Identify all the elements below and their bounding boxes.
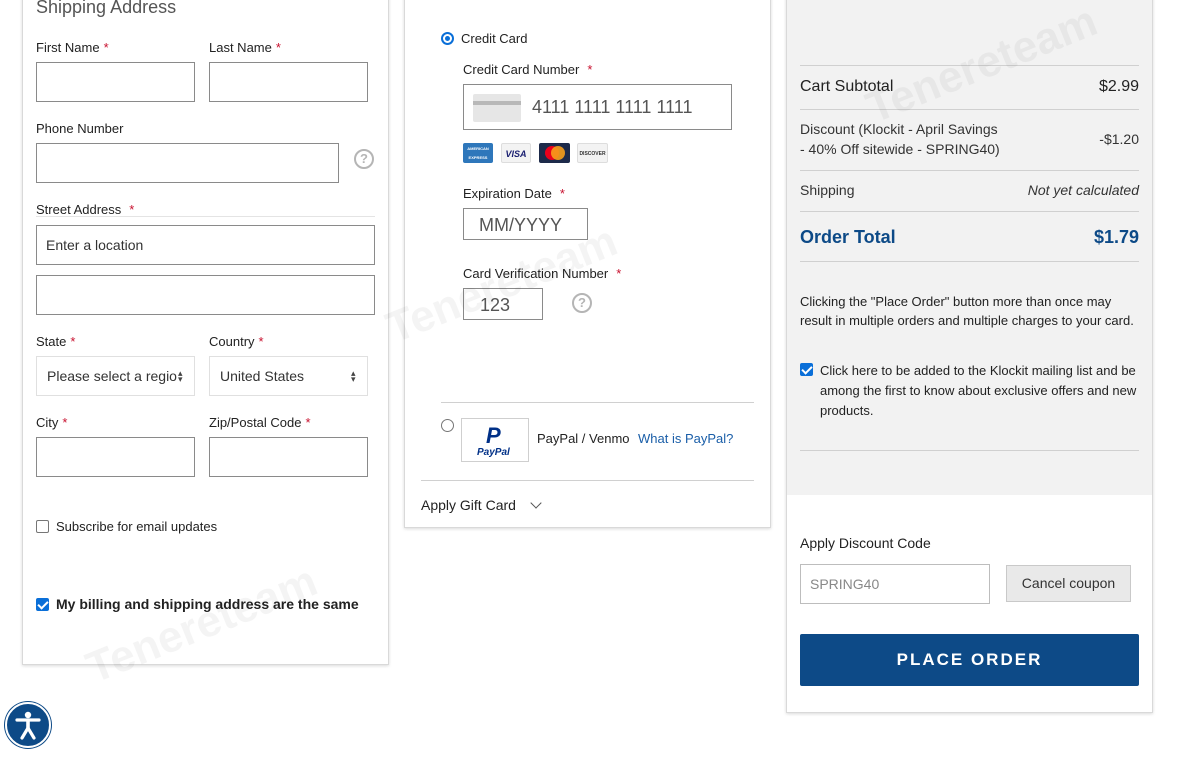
- billing-same-checkbox[interactable]: [36, 598, 49, 611]
- country-label: Country *: [209, 334, 264, 349]
- card-icon: [473, 94, 521, 122]
- phone-input[interactable]: [36, 143, 339, 183]
- mailing-list-checkbox[interactable]: [800, 363, 813, 376]
- zip-label: Zip/Postal Code *: [209, 415, 311, 430]
- phone-help-icon[interactable]: ?: [354, 149, 374, 169]
- zip-input[interactable]: [209, 437, 368, 477]
- summary-divider: [800, 211, 1139, 212]
- expiration-label: Expiration Date *: [463, 186, 565, 201]
- subscribe-checkbox[interactable]: [36, 520, 49, 533]
- expiration-placeholder: MM/YYYY: [479, 215, 563, 235]
- street-address-line2-input[interactable]: [36, 275, 375, 315]
- checkout-page: Shipping Address First Name * Last Name * …: [0, 0, 1181, 765]
- cancel-coupon-button[interactable]: Cancel coupon: [1006, 565, 1131, 602]
- payment-panel: [404, 0, 771, 528]
- street-address-label: Street Address *: [36, 202, 135, 217]
- card-number-placeholder: 4111 1111 1111 1111: [532, 97, 693, 117]
- discover-icon: DISCOVER: [577, 143, 608, 163]
- cvv-label: Card Verification Number *: [463, 266, 622, 281]
- paypal-p-icon: P: [486, 423, 501, 448]
- place-order-button[interactable]: PLACE ORDER: [800, 634, 1139, 686]
- paypal-logo-text: PayPal: [477, 447, 510, 458]
- apply-gift-card-toggle[interactable]: Apply Gift Card: [421, 497, 542, 513]
- cvv-placeholder: 123: [480, 295, 511, 315]
- select-arrows-icon: ▴ ▾: [351, 368, 356, 384]
- summary-divider-top: [800, 65, 1139, 66]
- expiration-input[interactable]: MM/YYYY: [463, 208, 588, 240]
- summary-divider: [800, 109, 1139, 110]
- mastercard-icon: [539, 143, 570, 163]
- mailing-list-label: Click here to be added to the Klockit ma…: [820, 363, 1137, 418]
- last-name-label: Last Name *: [209, 40, 281, 55]
- summary-divider: [800, 261, 1139, 262]
- first-name-input[interactable]: [36, 62, 195, 102]
- discount-code-value: SPRING40: [810, 576, 880, 592]
- subscribe-label: Subscribe for email updates: [56, 519, 218, 534]
- cvv-input[interactable]: 123: [463, 288, 543, 320]
- accessibility-button[interactable]: [5, 702, 51, 748]
- summary-divider: [800, 450, 1139, 451]
- credit-card-radio[interactable]: [441, 32, 454, 45]
- discount-label: Discount (Klockit - April Savings - 40% …: [800, 121, 1000, 157]
- payment-divider: [441, 402, 754, 403]
- state-label: State *: [36, 334, 76, 349]
- paypal-radio[interactable]: [441, 419, 454, 432]
- first-name-label: First Name *: [36, 40, 109, 55]
- shipping-title: Shipping Address: [36, 0, 177, 17]
- gift-card-divider: [421, 480, 754, 481]
- paypal-logo: P PayPal: [461, 418, 529, 462]
- cart-subtotal-label: Cart Subtotal: [800, 78, 894, 95]
- street-divider: [36, 216, 375, 217]
- order-total-value: $1.79: [1093, 227, 1139, 247]
- what-is-paypal-link[interactable]: What is PayPal?: [638, 431, 733, 446]
- chevron-down-icon: [530, 497, 542, 509]
- card-number-input[interactable]: 4111 1111 1111 1111: [463, 84, 732, 130]
- shipping-label: Shipping: [800, 182, 855, 198]
- discount-value: -$1.20: [1099, 131, 1139, 147]
- discount-code-label: Apply Discount Code: [800, 535, 931, 551]
- last-name-input[interactable]: [209, 62, 368, 102]
- accessibility-icon: [15, 711, 41, 740]
- summary-divider: [800, 170, 1139, 171]
- street-address-input[interactable]: Enter a location: [36, 225, 375, 265]
- country-select[interactable]: United States ▴ ▾: [209, 356, 368, 396]
- discount-code-input[interactable]: SPRING40: [800, 564, 990, 604]
- billing-same-label: My billing and shipping address are the …: [56, 596, 359, 612]
- city-input[interactable]: [36, 437, 195, 477]
- card-number-label: Credit Card Number *: [463, 62, 593, 77]
- visa-icon: VISA: [501, 143, 531, 163]
- street-placeholder: Enter a location: [46, 237, 144, 253]
- state-select-value: Please select a regio: [47, 368, 177, 384]
- paypal-label: PayPal / Venmo: [537, 431, 630, 446]
- select-arrows-icon: ▴ ▾: [178, 368, 183, 384]
- order-total-label: Order Total: [800, 227, 896, 247]
- amex-icon: AMERICAN EXPRESS: [463, 143, 493, 163]
- state-select[interactable]: Please select a regio ▴ ▾: [36, 356, 195, 396]
- cart-subtotal-value: $2.99: [1098, 78, 1139, 95]
- cvv-help-icon[interactable]: ?: [572, 293, 592, 313]
- place-order-notice: Clicking the "Place Order" button more t…: [800, 294, 1134, 328]
- credit-card-label: Credit Card: [461, 31, 528, 46]
- shipping-value: Not yet calculated: [1027, 182, 1139, 198]
- apply-gift-card-label: Apply Gift Card: [421, 497, 516, 513]
- city-label: City *: [36, 415, 68, 430]
- country-select-value: United States: [220, 368, 305, 384]
- phone-label: Phone Number: [36, 121, 124, 136]
